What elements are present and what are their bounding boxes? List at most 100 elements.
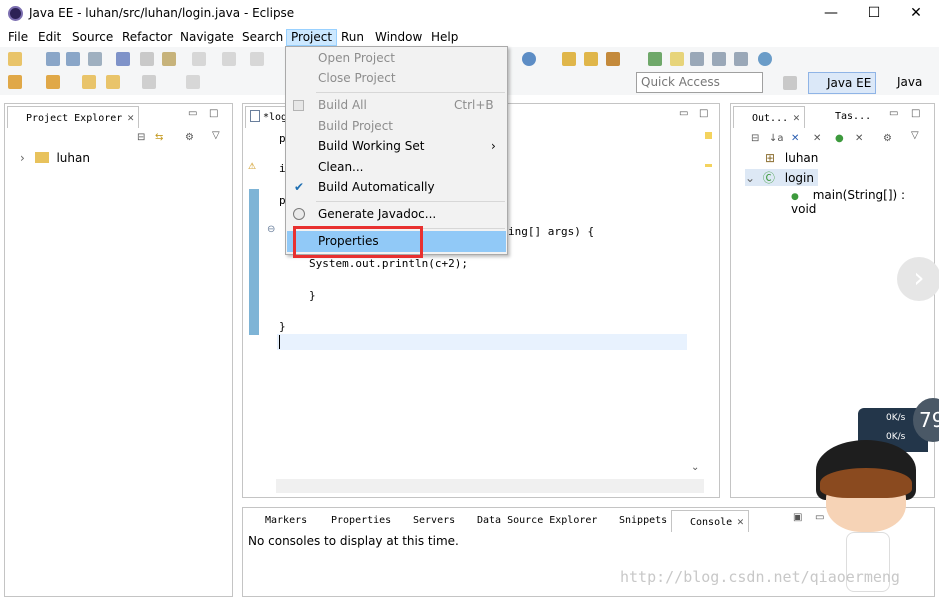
chevron-down-icon[interactable]: ⌄ xyxy=(745,171,755,185)
tab-snippets[interactable]: Snippets xyxy=(601,510,671,532)
menu-run[interactable]: Run xyxy=(337,29,368,46)
tab-servers[interactable]: Servers xyxy=(395,510,459,532)
close-icon[interactable]: ✕ xyxy=(793,111,800,124)
current-line-highlight xyxy=(277,334,687,350)
java-ee-label: Java EE xyxy=(827,76,872,90)
build-icon[interactable] xyxy=(162,52,176,66)
menu-help[interactable]: Help xyxy=(427,29,462,46)
web-browser-icon[interactable] xyxy=(758,52,772,66)
tab-project-explorer[interactable]: Project Explorer ✕ xyxy=(7,106,139,128)
close-icon[interactable]: ✕ xyxy=(737,515,744,528)
horizontal-scrollbar[interactable] xyxy=(276,479,704,493)
scroll-down-icon[interactable]: ⌄ xyxy=(691,462,699,473)
menu-item-clean[interactable]: Clean... xyxy=(287,157,506,178)
maximize-view-icon[interactable]: □ xyxy=(209,108,218,119)
perspective-java-ee[interactable]: Java EE xyxy=(808,72,877,94)
run-config-icon[interactable] xyxy=(522,52,536,66)
minimize-button[interactable]: — xyxy=(816,3,846,23)
toggle-icon[interactable] xyxy=(140,52,154,66)
minimize-view-icon[interactable]: ▭ xyxy=(188,108,197,119)
save-all-icon[interactable] xyxy=(66,52,80,66)
maximize-button[interactable]: ☐ xyxy=(859,3,889,23)
save-icon[interactable] xyxy=(46,52,60,66)
hide-local-types-icon[interactable]: ✕ xyxy=(855,133,863,144)
debug-icon[interactable] xyxy=(648,52,662,66)
undo-icon[interactable] xyxy=(192,52,206,66)
console-message: No consoles to display at this time. xyxy=(248,534,459,548)
overview-warning-icon[interactable] xyxy=(705,132,712,139)
show-whitespace-icon[interactable] xyxy=(712,52,726,66)
tab-task-list[interactable]: Tas... xyxy=(817,106,875,128)
menu-item-build-automatically[interactable]: ✔ Build Automatically xyxy=(287,177,506,198)
tab-outline[interactable]: Out... ✕ xyxy=(733,106,805,128)
fold-toggle-icon[interactable]: ⊖ xyxy=(267,224,275,235)
menu-project[interactable]: Project xyxy=(286,29,338,46)
open-perspective-icon[interactable] xyxy=(783,76,797,90)
prev-edit-icon[interactable] xyxy=(250,52,264,66)
open-type-icon[interactable] xyxy=(116,52,130,66)
open-console-icon[interactable]: ▣ xyxy=(793,512,802,523)
next-annotation-icon[interactable] xyxy=(8,75,22,89)
quick-access-input[interactable]: Quick Access xyxy=(636,72,763,93)
menu-item-generate-javadoc[interactable]: Generate Javadoc... xyxy=(287,204,506,225)
menu-search[interactable]: Search xyxy=(238,29,287,46)
annotation-icon[interactable] xyxy=(690,52,704,66)
menu-item-close-project[interactable]: Close Project xyxy=(287,68,506,89)
menu-source[interactable]: Source xyxy=(68,29,117,46)
menu-navigate[interactable]: Navigate xyxy=(176,29,238,46)
hide-nonpublic-icon[interactable]: ● xyxy=(835,133,844,144)
redo-icon[interactable] xyxy=(222,52,236,66)
code-line: } xyxy=(279,320,286,333)
back-icon[interactable] xyxy=(106,75,120,89)
close-icon[interactable]: ✕ xyxy=(127,111,134,124)
menu-window[interactable]: Window xyxy=(371,29,426,46)
link-editor-icon[interactable]: ⇆ xyxy=(155,132,163,143)
tab-markers[interactable]: Markers xyxy=(247,510,311,532)
menu-refactor[interactable]: Refactor xyxy=(118,29,176,46)
open-folder-icon[interactable] xyxy=(562,52,576,66)
tree-item-luhan[interactable]: › luhan xyxy=(20,151,90,165)
hide-fields-icon[interactable]: ✕ xyxy=(791,133,799,144)
outline-item-method[interactable]: ● main(String[]) : void xyxy=(791,188,934,216)
collapse-all-icon[interactable]: ⊟ xyxy=(137,132,145,143)
paragraph-icon[interactable] xyxy=(734,52,748,66)
menu-edit[interactable]: Edit xyxy=(34,29,65,46)
maximize-view-icon[interactable]: □ xyxy=(699,108,708,119)
perspective-java[interactable]: Java xyxy=(881,72,922,94)
collapse-all-icon[interactable]: ⊟ xyxy=(751,133,759,144)
view-menu-icon[interactable]: ⚙ xyxy=(883,133,892,144)
submenu-arrow-icon: › xyxy=(491,139,496,153)
external-tools-icon[interactable] xyxy=(606,52,620,66)
sort-icon[interactable]: ↓a xyxy=(769,133,784,144)
prev-annotation-icon[interactable] xyxy=(46,75,60,89)
pin-editor-icon[interactable] xyxy=(186,75,200,89)
menu-item-build-working-set[interactable]: Build Working Set › xyxy=(287,136,506,157)
minimize-view-icon[interactable]: ▭ xyxy=(889,108,898,119)
tab-properties[interactable]: Properties xyxy=(313,510,395,532)
new-icon[interactable] xyxy=(8,52,22,66)
maximize-view-icon[interactable]: □ xyxy=(911,108,920,119)
hide-static-icon[interactable]: ✕ xyxy=(813,133,821,144)
minimize-view-icon[interactable]: ▭ xyxy=(679,108,688,119)
outline-item-class[interactable]: ⌄ Ⓒ login xyxy=(745,169,818,186)
menu-item-open-project[interactable]: Open Project xyxy=(287,48,506,69)
chevron-down-icon[interactable]: ▽ xyxy=(212,130,220,141)
print-icon[interactable] xyxy=(88,52,102,66)
outline-item-package[interactable]: ⊞ luhan xyxy=(765,151,818,165)
last-edit-icon[interactable] xyxy=(82,75,96,89)
forward-icon[interactable] xyxy=(142,75,156,89)
chevron-down-icon[interactable]: ▽ xyxy=(911,130,919,141)
close-button[interactable]: ✕ xyxy=(901,3,931,23)
tab-console[interactable]: Console ✕ xyxy=(671,510,749,532)
menu-file[interactable]: File xyxy=(4,29,32,46)
package-icon[interactable] xyxy=(584,52,598,66)
overview-marker[interactable] xyxy=(705,164,712,167)
quick-diff-ruler xyxy=(249,189,259,335)
highlight-icon[interactable] xyxy=(670,52,684,66)
menu-item-build-project[interactable]: Build Project xyxy=(287,116,506,137)
chevron-right-icon[interactable]: › xyxy=(897,257,939,301)
view-menu-icon[interactable]: ⚙ xyxy=(185,132,194,143)
chevron-right-icon[interactable]: › xyxy=(20,151,25,165)
menu-item-build-all[interactable]: Build All Ctrl+B xyxy=(287,95,506,116)
tab-data-source-explorer[interactable]: Data Source Explorer xyxy=(459,510,601,532)
